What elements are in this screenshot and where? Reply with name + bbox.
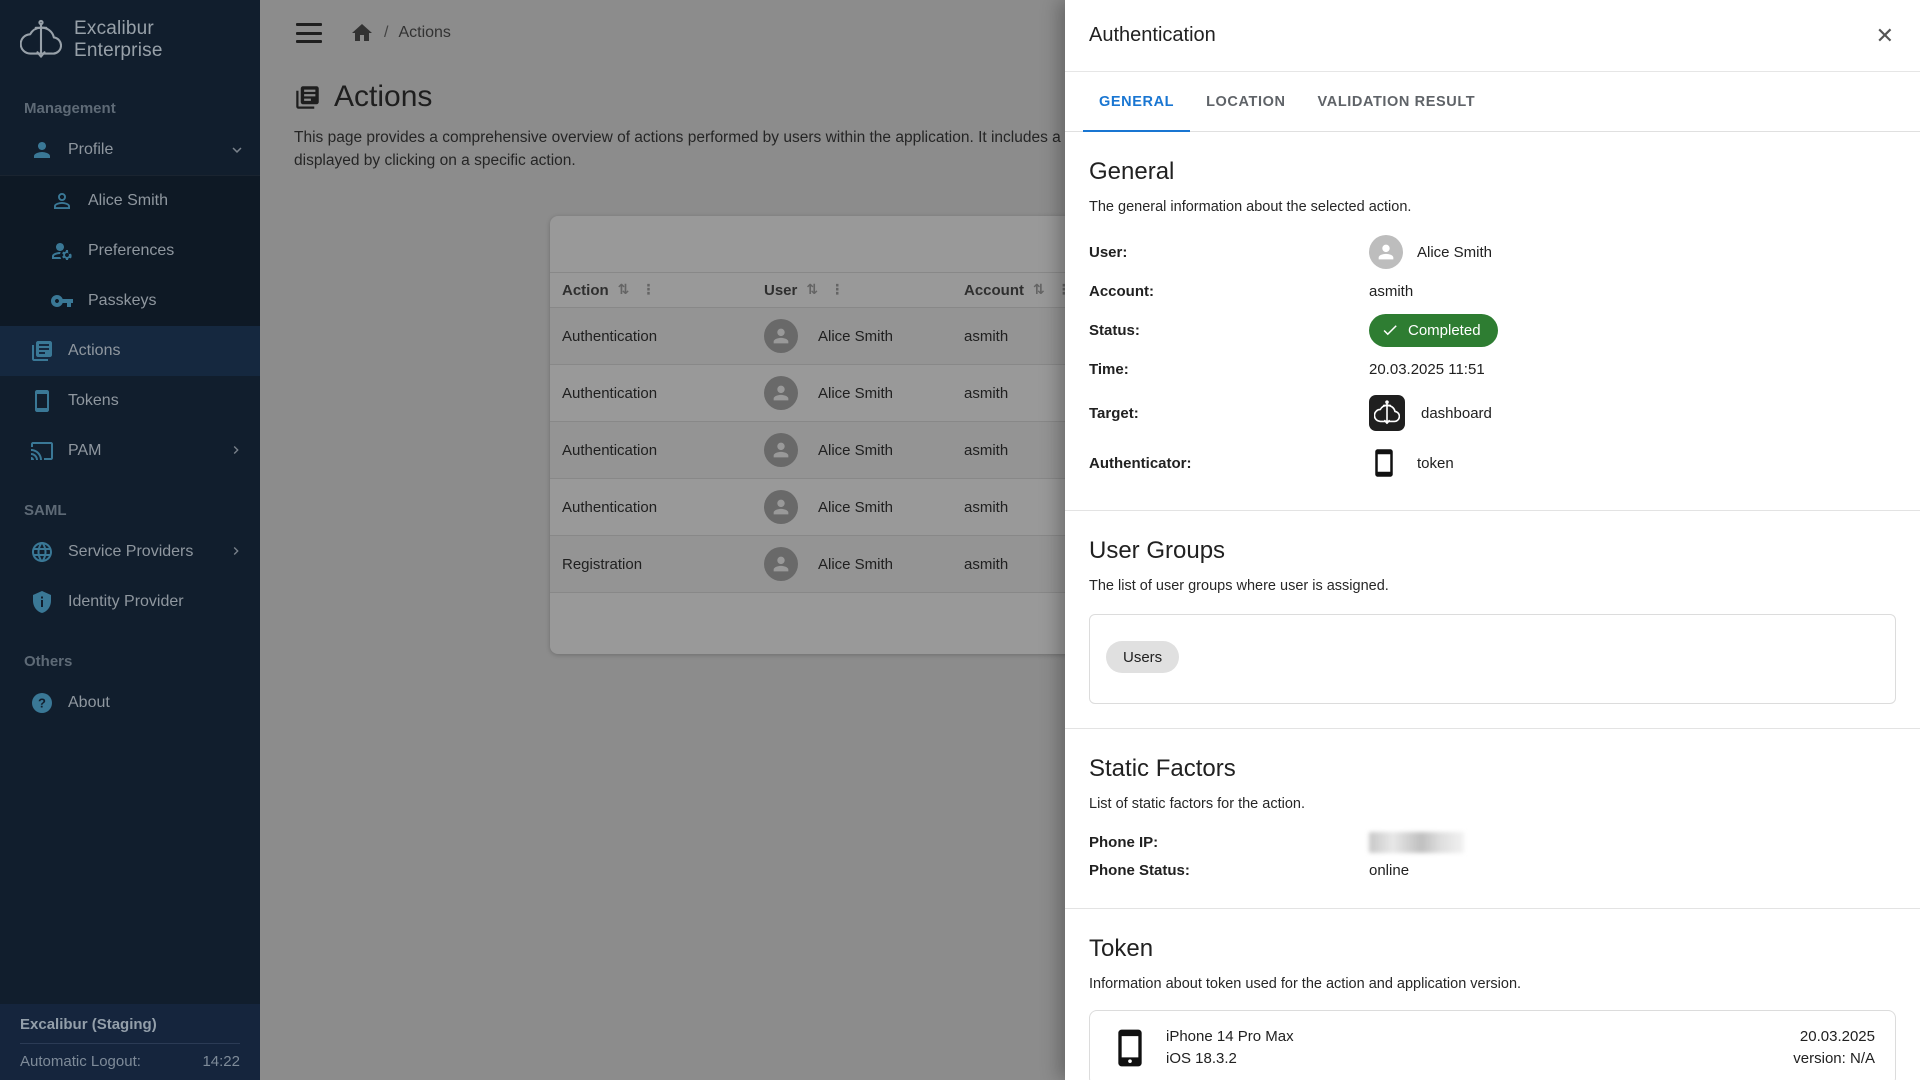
environment-label: Excalibur (Staging) — [20, 1016, 240, 1044]
general-fields: User: Alice Smith Account: asmith Status… — [1089, 235, 1896, 486]
sidebar-item-label: Identity Provider — [68, 593, 184, 611]
profile-submenu: Alice Smith Preferences Passkeys — [0, 175, 260, 326]
section-divider — [1065, 728, 1920, 729]
authenticator-value: token — [1417, 455, 1454, 472]
user-group-chip: Users — [1106, 641, 1179, 673]
time-value: 20.03.2025 11:51 — [1369, 361, 1485, 378]
close-icon[interactable]: ✕ — [1876, 25, 1894, 47]
token-version: version: N/A — [1793, 1048, 1875, 1070]
user-value: Alice Smith — [1417, 244, 1492, 261]
sidebar-item-profile[interactable]: Profile — [0, 125, 260, 175]
section-divider — [1065, 510, 1920, 511]
token-card: iPhone 14 Pro Max iOS 18.3.2 20.03.2025 … — [1089, 1010, 1896, 1080]
target-label: Target: — [1089, 405, 1369, 422]
sidebar-item-label: PAM — [68, 442, 101, 460]
sidebar-item-label: Tokens — [68, 392, 119, 410]
section-others: Others — [0, 627, 260, 678]
app-title: Excalibur Enterprise — [74, 18, 246, 62]
excalibur-target-icon — [1369, 395, 1405, 431]
sidebar-item-preferences[interactable]: Preferences — [0, 226, 260, 276]
library-books-icon — [30, 339, 54, 363]
help-icon: ? — [30, 691, 54, 715]
phone-status-value: online — [1369, 862, 1409, 879]
static-factors-heading: Static Factors — [1089, 755, 1896, 783]
time-label: Time: — [1089, 361, 1369, 378]
token-heading: Token — [1089, 935, 1896, 963]
status-badge: Completed — [1369, 314, 1498, 347]
user-groups-subtitle: The list of user groups where user is as… — [1089, 578, 1896, 594]
authenticator-label: Authenticator: — [1089, 455, 1369, 472]
section-saml: SAML — [0, 476, 260, 527]
svg-text:?: ? — [38, 696, 46, 711]
user-groups-card: Users — [1089, 614, 1896, 704]
sidebar-item-label: Actions — [68, 342, 120, 360]
key-icon — [50, 289, 74, 313]
target-value: dashboard — [1421, 405, 1492, 422]
drawer-header: Authentication ✕ — [1065, 0, 1920, 72]
sidebar-item-tokens[interactable]: Tokens — [0, 376, 260, 426]
sidebar-item-label: Service Providers — [68, 543, 193, 561]
sidebar-item-actions[interactable]: Actions — [0, 326, 260, 376]
section-divider — [1065, 908, 1920, 909]
sidebar-item-alice-smith[interactable]: Alice Smith — [0, 176, 260, 226]
auto-logout-label: Automatic Logout: — [20, 1053, 141, 1070]
drawer-title: Authentication — [1089, 24, 1216, 47]
chevron-right-icon — [228, 543, 246, 561]
sidebar-item-label: Profile — [68, 141, 113, 159]
account-label: Account: — [1089, 283, 1369, 300]
phone-ip-redacted-value — [1369, 832, 1464, 853]
excalibur-logo-icon — [20, 19, 62, 61]
sidebar-item-pam[interactable]: PAM — [0, 426, 260, 476]
sidebar-item-passkeys[interactable]: Passkeys — [0, 276, 260, 326]
token-device-name: iPhone 14 Pro Max — [1166, 1026, 1294, 1048]
smartphone-icon — [30, 389, 54, 413]
sidebar-item-about[interactable]: ? About — [0, 678, 260, 728]
globe-icon — [30, 540, 54, 564]
token-device-os: iOS 18.3.2 — [1166, 1048, 1294, 1070]
sidebar-item-service-providers[interactable]: Service Providers — [0, 527, 260, 577]
user-groups-heading: User Groups — [1089, 537, 1896, 565]
check-icon — [1381, 321, 1399, 339]
smartphone-icon — [1110, 1028, 1150, 1068]
sidebar-item-label: Preferences — [88, 242, 174, 260]
sidebar-footer: Excalibur (Staging) Automatic Logout: 14… — [0, 1004, 260, 1080]
sidebar-item-label: Alice Smith — [88, 192, 168, 210]
status-label: Status: — [1089, 322, 1369, 339]
screen-share-icon — [30, 439, 54, 463]
phone-ip-label: Phone IP: — [1089, 834, 1369, 851]
manage-accounts-icon — [50, 239, 74, 263]
action-detail-drawer: Authentication ✕ GENERAL LOCATION VALIDA… — [1065, 0, 1920, 1080]
token-date: 20.03.2025 — [1793, 1026, 1875, 1048]
sidebar-item-label: About — [68, 694, 110, 712]
auto-logout-timer: 14:22 — [202, 1053, 240, 1070]
app-header: Excalibur Enterprise — [0, 0, 260, 82]
general-subtitle: The general information about the select… — [1089, 199, 1896, 215]
smartphone-icon — [1369, 448, 1399, 478]
section-management: Management — [0, 82, 260, 125]
shield-info-icon — [30, 590, 54, 614]
drawer-tabs: GENERAL LOCATION VALIDATION RESULT — [1065, 72, 1920, 132]
avatar — [1369, 235, 1403, 269]
general-heading: General — [1089, 158, 1896, 186]
token-subtitle: Information about token used for the act… — [1089, 976, 1896, 992]
sidebar-item-identity-provider[interactable]: Identity Provider — [0, 577, 260, 627]
tab-validation-result[interactable]: VALIDATION RESULT — [1302, 72, 1492, 131]
tab-location[interactable]: LOCATION — [1190, 72, 1301, 131]
account-value: asmith — [1369, 283, 1413, 300]
user-label: User: — [1089, 244, 1369, 261]
phone-status-label: Phone Status: — [1089, 862, 1369, 879]
chevron-down-icon — [228, 141, 246, 159]
chevron-right-icon — [228, 442, 246, 460]
tab-general[interactable]: GENERAL — [1083, 72, 1190, 131]
static-factors-subtitle: List of static factors for the action. — [1089, 796, 1896, 812]
sidebar-item-label: Passkeys — [88, 292, 156, 310]
person-outline-icon — [50, 189, 74, 213]
person-icon — [30, 138, 54, 162]
sidebar: Excalibur Enterprise Management Profile … — [0, 0, 260, 1080]
